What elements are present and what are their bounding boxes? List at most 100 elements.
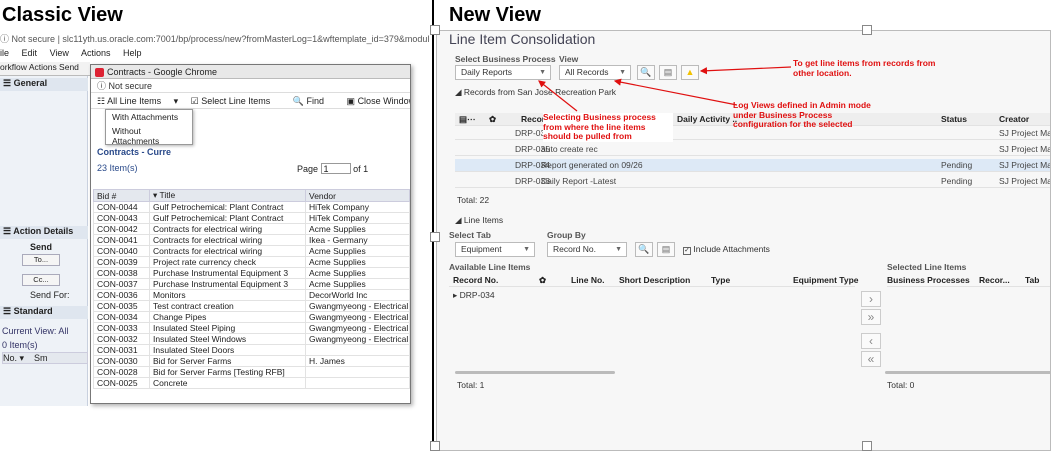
new-view-heading: New View: [449, 4, 541, 26]
vendor-cell: Acme Supplies: [305, 223, 410, 235]
items-count: 0 Item(s): [2, 340, 38, 350]
vendor-cell: Ikea - Germany: [305, 234, 410, 246]
send-for-label: Send For:: [30, 290, 70, 300]
menu-view[interactable]: View: [50, 48, 69, 58]
vendor-cell: Gwangmyeong - Electrical S: [305, 311, 410, 323]
bid-cell: CON-0036: [93, 289, 150, 301]
page-input[interactable]: 1: [320, 163, 351, 174]
table-row[interactable]: CON-0030 Bid for Server Farms H. James: [93, 355, 410, 367]
table-row[interactable]: CON-0033 Insulated Steel Piping Gwangmyeon…: [93, 322, 410, 334]
vendor-cell: [305, 366, 410, 378]
menu-edit[interactable]: Edit: [22, 48, 38, 58]
title-cell: Gulf Petrochemical: Plant Contract: [149, 201, 306, 213]
vendor-cell: HiTek Company: [305, 212, 410, 224]
table-row[interactable]: CON-0040 Contracts for electrical wiring A…: [93, 245, 410, 257]
bid-cell: CON-0041: [93, 234, 150, 246]
bid-cell: CON-0039: [93, 256, 150, 268]
action-details-section[interactable]: ☰ Action Details: [0, 226, 88, 239]
popup-titlebar: Contracts - Google Chrome: [91, 65, 410, 79]
table-row[interactable]: CON-0031 Insulated Steel Doors: [93, 344, 410, 356]
menu-help[interactable]: Help: [123, 48, 142, 58]
bid-cell: CON-0031: [93, 344, 150, 356]
vendor-cell: H. James: [305, 355, 410, 367]
col-bid[interactable]: Bid #: [93, 189, 150, 202]
title-cell: Contracts for electrical wiring: [149, 234, 306, 246]
bid-cell: CON-0043: [93, 212, 150, 224]
title-cell: Gulf Petrochemical: Plant Contract: [149, 212, 306, 224]
all-line-items-button[interactable]: ☷ All Line Items ▾: [97, 96, 178, 106]
title-cell: Bid for Server Farms [Testing RFB]: [149, 366, 306, 378]
vendor-cell: [305, 377, 410, 389]
table-row[interactable]: CON-0028 Bid for Server Farms [Testing RF…: [93, 366, 410, 378]
standard-section[interactable]: ☰ Standard: [0, 306, 88, 319]
table-row[interactable]: CON-0034 Change Pipes Gwangmyeong - Electr…: [93, 311, 410, 323]
menu-bar: ile Edit View Actions Help: [0, 48, 151, 60]
table-row[interactable]: CON-0043 Gulf Petrochemical: Plant Contra…: [93, 212, 410, 224]
table-row[interactable]: CON-0039 Project rate currency check Acme …: [93, 256, 410, 268]
title-cell: Project rate currency check: [149, 256, 306, 268]
title-cell: Contracts for electrical wiring: [149, 223, 306, 235]
table-header-row: Bid # ▾ Title Vendor: [93, 189, 410, 202]
table-row[interactable]: CON-0044 Gulf Petrochemical: Plant Contra…: [93, 201, 410, 213]
title-cell: Purchase Instrumental Equipment 3: [149, 278, 306, 290]
menu-file[interactable]: ile: [0, 48, 9, 58]
send-label: Send: [30, 242, 53, 252]
to-button[interactable]: To...: [22, 254, 60, 266]
bid-cell: CON-0032: [93, 333, 150, 345]
classic-view: ⓘ Not secure | slc11yth.us.oracle.com:70…: [0, 32, 430, 451]
table-row[interactable]: CON-0025 Concrete: [93, 377, 410, 389]
col-title[interactable]: ▾ Title: [149, 189, 306, 202]
cc-button[interactable]: Cc...: [22, 274, 60, 286]
vendor-cell: Gwangmyeong - Electrical S: [305, 300, 410, 312]
table-row[interactable]: CON-0042 Contracts for electrical wiring A…: [93, 223, 410, 235]
bid-cell: CON-0035: [93, 300, 150, 312]
table-row[interactable]: CON-0038 Purchase Instrumental Equipment …: [93, 267, 410, 279]
table-row[interactable]: CON-0041 Contracts for electrical wiring I…: [93, 234, 410, 246]
address-bar[interactable]: ⓘ Not secure | slc11yth.us.oracle.com:70…: [0, 32, 430, 46]
resize-handle[interactable]: [430, 232, 440, 242]
find-button[interactable]: 🔍 Find: [293, 96, 334, 106]
general-section[interactable]: ☰ General: [0, 78, 88, 91]
select-line-items-button[interactable]: ☑ Select Line Items: [191, 96, 281, 106]
table-row[interactable]: CON-0032 Insulated Steel Windows Gwangmyeo…: [93, 333, 410, 345]
resize-handle[interactable]: [430, 441, 440, 451]
vendor-cell: DecorWorld Inc: [305, 289, 410, 301]
bid-cell: CON-0025: [93, 377, 150, 389]
resize-handle[interactable]: [430, 25, 440, 35]
menu-actions[interactable]: Actions: [81, 48, 111, 58]
contracts-table: Bid # ▾ Title Vendor CON-0044 Gulf Petroc…: [93, 189, 410, 389]
classic-list-header: No. ▾ Sm: [2, 352, 88, 364]
divider: [432, 0, 434, 451]
vendor-cell: Acme Supplies: [305, 278, 410, 290]
pager: Page 1 of 1: [297, 163, 369, 174]
vendor-cell: Acme Supplies: [305, 267, 410, 279]
bid-cell: CON-0030: [93, 355, 150, 367]
bid-cell: CON-0034: [93, 311, 150, 323]
chrome-icon: [95, 68, 104, 78]
popup-address-bar[interactable]: ⓘ Not secure: [91, 79, 410, 93]
table-row[interactable]: CON-0036 Monitors DecorWorld Inc: [93, 289, 410, 301]
without-attachments-option[interactable]: Without Attachments: [106, 124, 192, 146]
table-row[interactable]: CON-0037 Purchase Instrumental Equipment …: [93, 278, 410, 290]
title-cell: Monitors: [149, 289, 306, 301]
title-cell: Change Pipes: [149, 311, 306, 323]
vendor-cell: [305, 344, 410, 356]
resize-handle[interactable]: [862, 25, 872, 35]
workflow-tabs[interactable]: orkflow Actions Send: [0, 62, 90, 76]
title-cell: Insulated Steel Doors: [149, 344, 306, 356]
bid-cell: CON-0038: [93, 267, 150, 279]
title-cell: Concrete: [149, 377, 306, 389]
title-cell: Insulated Steel Windows: [149, 333, 306, 345]
col-vendor[interactable]: Vendor: [305, 189, 410, 202]
vendor-cell: Gwangmyeong - Electrical S: [305, 333, 410, 345]
title-cell: Test contract creation: [149, 300, 306, 312]
title-cell: Purchase Instrumental Equipment 3: [149, 267, 306, 279]
contracts-label: Contracts - Curre: [97, 147, 172, 157]
annotation-arrows: [538, 66, 792, 112]
close-window-button[interactable]: ▣ Close Window: [347, 96, 410, 106]
resize-handle[interactable]: [862, 441, 872, 451]
popup-toolbar: ☷ All Line Items ▾ ☑ Select Line Items 🔍…: [91, 93, 410, 109]
new-view-window: Line Item Consolidation Select Business …: [436, 30, 1051, 451]
table-row[interactable]: CON-0035 Test contract creation Gwangmyeon…: [93, 300, 410, 312]
with-attachments-option[interactable]: With Attachments: [106, 110, 192, 124]
